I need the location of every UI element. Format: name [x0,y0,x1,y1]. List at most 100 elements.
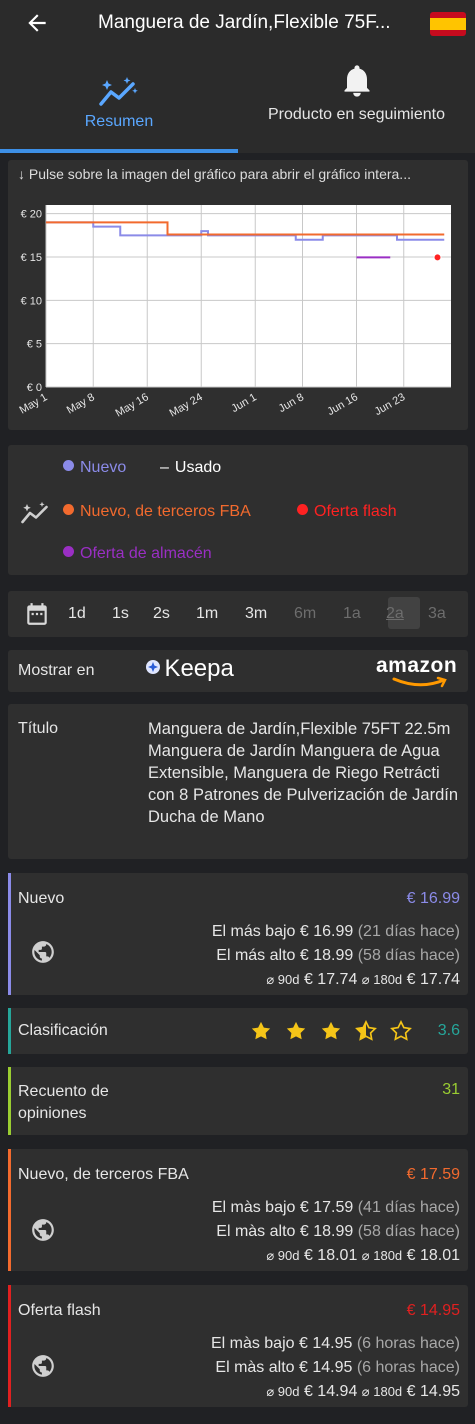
keepa-logo-icon [146,660,160,674]
fba-high-label: El màs alto [216,1223,296,1240]
fba-card[interactable]: Nuevo, de terceros FBA € 17.59 El màs ba… [8,1149,468,1271]
flash-card[interactable]: Oferta flash € 14.95 El màs bajo € 14.95… [8,1285,468,1407]
y-tick-label: € 20 [21,209,42,221]
x-tick-label: Jun 16 [325,391,360,418]
flash-high-row: El màs alto € 14.95 (6 horas hace) [215,1359,460,1377]
range-1d[interactable]: 1d [68,605,86,623]
globe-icon [32,941,54,963]
keepa-label: Keepa [164,655,234,682]
fba-high-ago: (58 días hace) [357,1223,460,1240]
fba-price: € 17.59 [406,1166,460,1183]
flash-avg180-label: ⌀ 180d [361,1384,403,1399]
nuevo-low-value: € 16.99 [299,923,354,940]
x-tick-label: May 1 [18,391,50,416]
product-title: Manguera de Jardín,Flexible 75F... [98,12,391,33]
legend-usado[interactable]: – Usado [160,459,221,477]
y-tick-label: € 5 [27,339,42,351]
y-tick-label: € 0 [27,382,42,394]
flash-avg180-value: € 14.95 [406,1383,460,1400]
flash-avg90-label: ⌀ 90d [266,1384,300,1399]
tab-resumen-label: Resumen [84,113,154,130]
legend-fba-label: Nuevo, de terceros FBA [80,503,251,520]
spain-flag-icon[interactable] [430,12,466,36]
show-on-label: Mostrar en [18,662,95,679]
star-full-icon [321,1021,341,1040]
bell-icon [344,65,370,97]
flash-low-value: € 14.95 [298,1335,353,1352]
range-6m[interactable]: 6m [294,605,316,623]
x-tick-label: May 16 [114,391,151,419]
tab-resumen[interactable]: Resumen [0,58,238,153]
nuevo-label: Nuevo [18,890,65,907]
rating-value: 3.6 [437,1022,460,1039]
plot-background [46,205,451,387]
legend-nuevo-dot [63,460,74,471]
legend-usado-dash: – [160,459,169,476]
legend-usado-label: Usado [174,459,222,476]
sparkle-chart-icon [21,501,48,524]
nuevo-price: € 16.99 [406,890,460,907]
top-app-bar: Manguera de Jardín,Flexible 75F... [0,0,475,58]
legend-flash-label: Oferta flash [314,503,397,520]
flash-avg90-value: € 14.94 [303,1383,358,1400]
range-1m[interactable]: 1m [196,605,218,623]
series-point [433,253,442,262]
fba-low-ago: (41 días hace) [357,1199,460,1216]
range-1a[interactable]: 1a [343,605,361,623]
keepa-link[interactable]: Keepa [146,655,234,687]
opiniones-edge [8,1067,11,1135]
fba-avg180-label: ⌀ 180d [361,1248,403,1263]
range-3a[interactable]: 3a [428,605,446,623]
star-empty-icon [390,1019,412,1041]
opiniones-label: Recuento de opiniones [18,1083,109,1122]
tab-bar: Resumen Producto en seguimiento [0,58,475,153]
flash-low-label: El màs bajo [210,1335,295,1352]
y-tick-label: € 10 [21,295,42,307]
range-3m[interactable]: 3m [245,605,267,623]
legend-nuevo-label: Nuevo [80,459,127,476]
nuevo-edge [8,873,11,995]
fba-low-row: El màs bajo € 17.59 (41 días hace) [212,1199,460,1217]
calendar-icon[interactable] [24,601,50,627]
flash-avg-row: ⌀ 90d € 14.94 ⌀ 180d € 14.95 [266,1383,460,1401]
x-tick-label: May 8 [65,391,97,416]
opiniones-card[interactable]: Recuento de opiniones 31 [8,1067,468,1135]
price-history-chart[interactable]: € 20 € 15 € 10 € 5 € 0May 1 May 8 May 16 May 24… [8,190,468,430]
legend-card: Nuevo – Usado Nuevo, de terceros FBA Ofer… [8,445,468,575]
legend-almacen-label: Oferta de almacén [80,545,212,562]
legend-terceros-fba[interactable]: Nuevo, de terceros FBA [63,503,251,521]
back-arrow-icon[interactable] [24,10,50,42]
fba-edge [8,1149,11,1271]
opiniones-count: 31 [442,1081,460,1098]
legend-nuevo[interactable]: Nuevo [63,459,126,477]
show-on-card: Mostrar en Keepa amazon [8,650,468,692]
chart-hint-text: ↓ Pulse sobre la imagen del gráfico para… [18,166,411,182]
star-half-icon [355,1019,377,1041]
chart-sparkle-icon [99,77,138,106]
legend-oferta-almacen[interactable]: Oferta de almacén [63,545,212,563]
nuevo-high-ago: (58 días hace) [357,947,460,964]
nuevo-high-value: € 18.99 [299,947,354,964]
legend-oferta-flash[interactable]: Oferta flash [297,503,397,521]
amazon-link[interactable]: amazon [376,654,460,688]
range-2s[interactable]: 2s [153,605,170,623]
nuevo-avg180-label: ⌀ 180d [361,972,403,987]
tab-producto-seguimiento[interactable]: Producto en seguimiento [238,58,475,153]
clasificacion-card[interactable]: Clasificación 3.6 [8,1008,468,1054]
fba-label: Nuevo, de terceros FBA [18,1166,189,1183]
range-2a[interactable]: 2a [386,605,404,623]
nuevo-avg180-value: € 17.74 [406,971,460,988]
flash-price: € 14.95 [406,1302,460,1319]
star-full-icon [286,1021,306,1040]
fba-high-value: € 18.99 [299,1223,354,1240]
range-1s[interactable]: 1s [112,605,129,623]
amazon-smile-icon [392,676,447,688]
fba-low-label: El màs bajo [211,1199,296,1216]
flash-low-ago: (6 horas hace) [356,1335,460,1352]
nuevo-card[interactable]: Nuevo € 16.99 El más bajo € 16.99 (21 dí… [8,873,468,995]
globe-icon [32,1219,54,1241]
x-tick-label: May 24 [168,391,205,419]
globe-icon [32,1355,54,1377]
amazon-label: amazon [376,654,458,677]
price-chart-card[interactable]: ↓ Pulse sobre la imagen del gráfico para… [8,160,468,430]
